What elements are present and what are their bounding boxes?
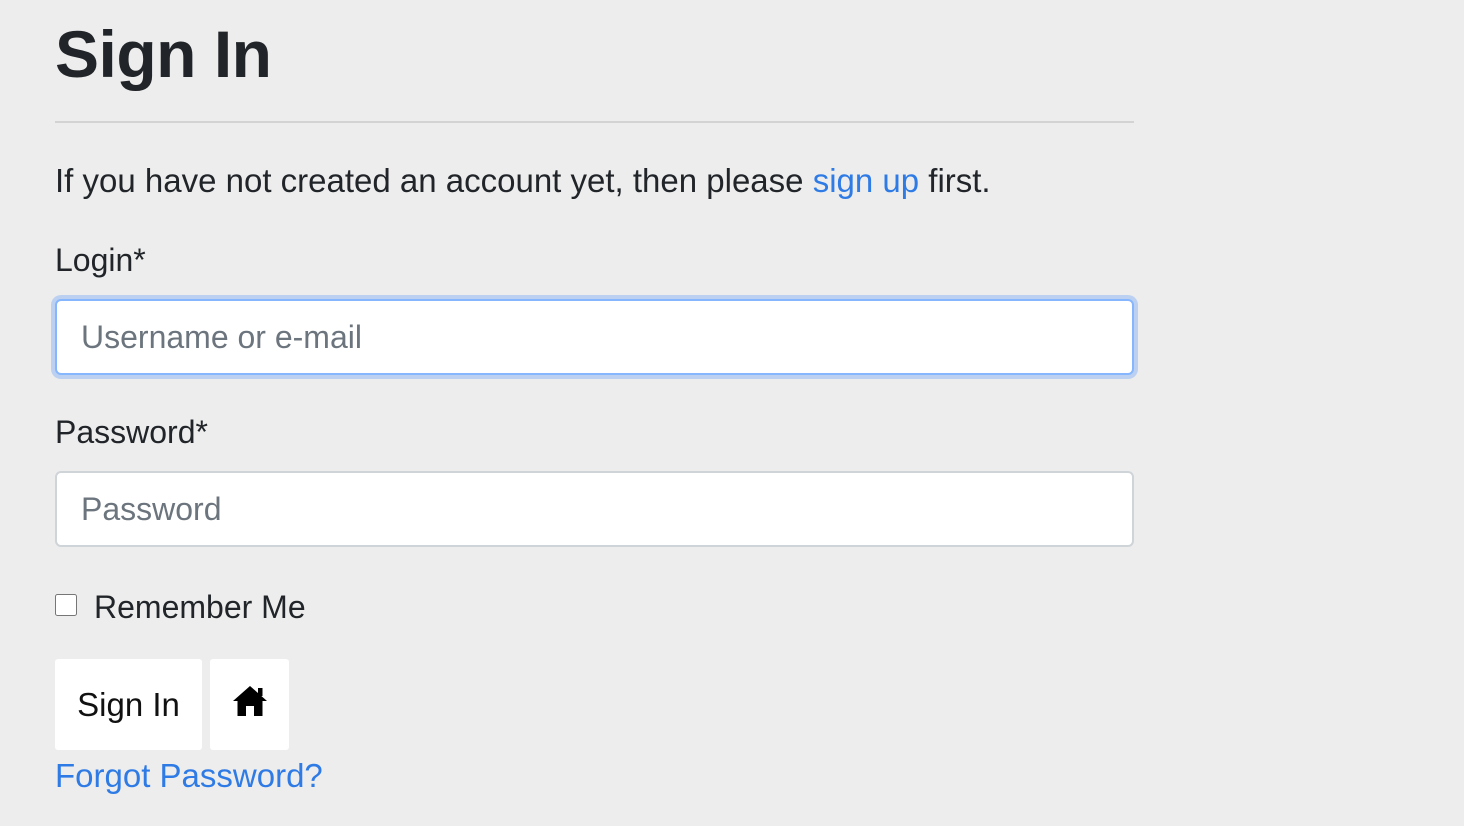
remember-me-label[interactable]: Remember Me <box>94 586 306 628</box>
password-input[interactable] <box>55 471 1134 547</box>
page-title: Sign In <box>55 17 272 91</box>
signin-button[interactable]: Sign In <box>55 659 202 750</box>
login-input[interactable] <box>55 299 1134 375</box>
signup-link[interactable]: sign up <box>813 162 919 199</box>
password-label: Password* <box>55 414 208 450</box>
remember-me-row: Remember Me <box>55 584 306 626</box>
login-label: Login* <box>55 242 146 278</box>
forgot-password-link[interactable]: Forgot Password? <box>55 754 323 798</box>
remember-me-checkbox[interactable] <box>55 594 77 616</box>
title-divider <box>55 121 1134 123</box>
signup-prompt: If you have not created an account yet, … <box>55 158 991 204</box>
home-icon <box>231 684 269 726</box>
home-button[interactable] <box>210 659 289 750</box>
signup-prompt-text-start: If you have not created an account yet, … <box>55 162 813 199</box>
signup-prompt-text-end: first. <box>919 162 991 199</box>
